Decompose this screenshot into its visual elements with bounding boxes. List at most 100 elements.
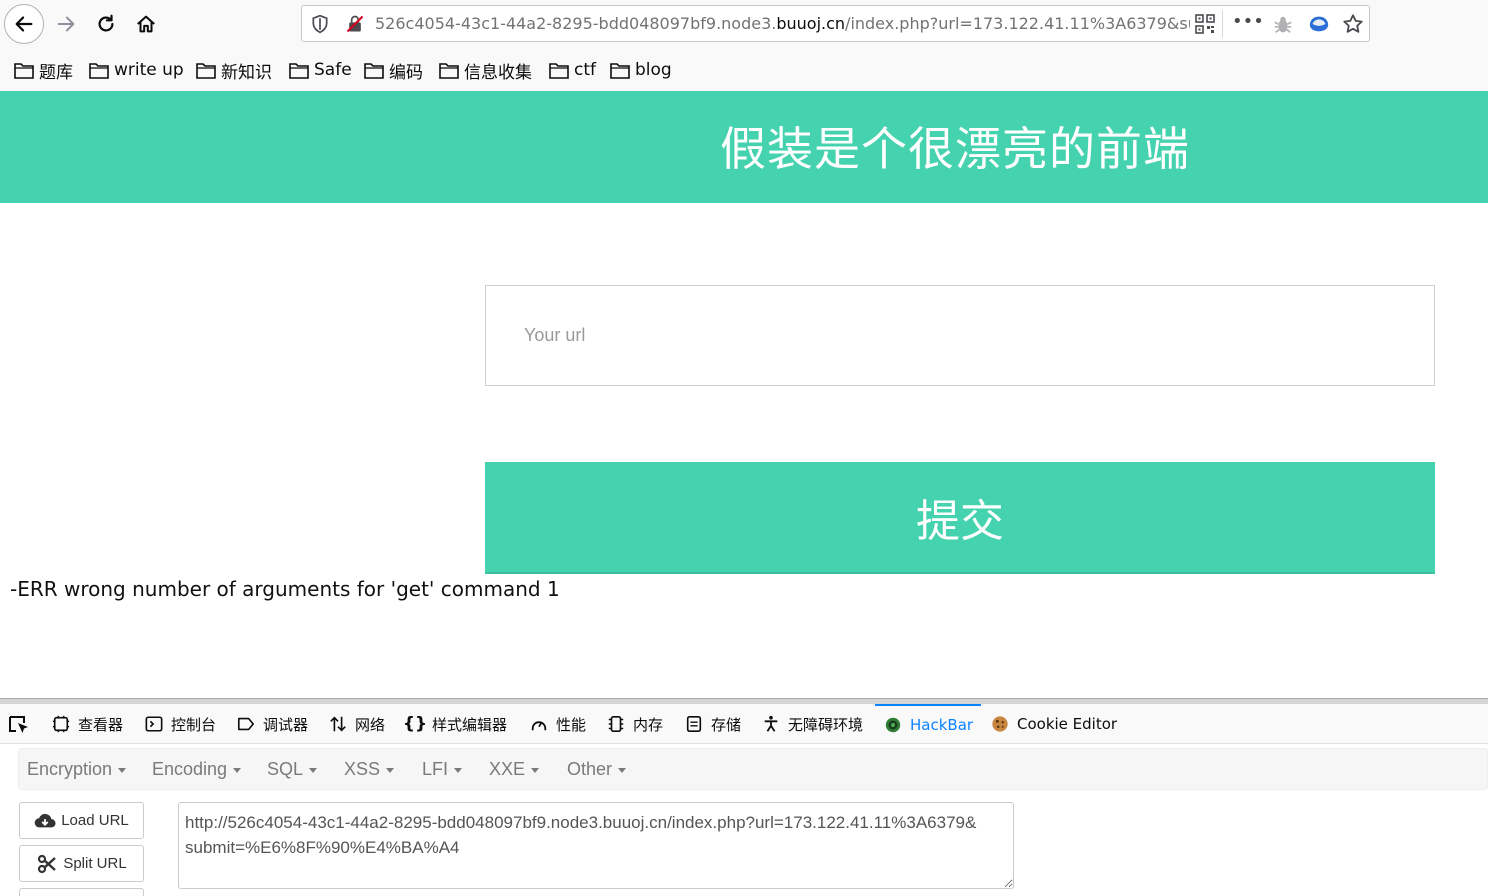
bookmark-folder[interactable]: 题库 [14, 58, 73, 83]
tab-memory[interactable]: 内存 [606, 704, 663, 744]
menu-label: Encryption [27, 759, 113, 779]
split-url-label: Split URL [63, 855, 127, 872]
menu-label: LFI [422, 759, 449, 779]
bookmark-folder[interactable]: blog [610, 58, 672, 82]
menu-encryption[interactable]: Encryption [27, 759, 127, 780]
tab-label: 存储 [711, 715, 742, 734]
menu-sql[interactable]: SQL [267, 759, 318, 780]
shield-icon[interactable] [310, 14, 330, 34]
menu-xxe[interactable]: XXE [489, 759, 540, 780]
home-button[interactable] [126, 4, 166, 44]
reload-button[interactable] [86, 4, 126, 44]
bookmark-label: 新知识 [221, 62, 272, 83]
tab-style-editor[interactable]: {} 样式编辑器 [402, 704, 508, 744]
bookmark-label: blog [635, 60, 672, 80]
tab-console[interactable]: 控制台 [144, 704, 216, 744]
style-editor-icon: {} [402, 714, 428, 734]
folder-icon [89, 63, 109, 79]
bookmark-label: 编码 [389, 62, 423, 83]
url-input[interactable] [485, 285, 1435, 386]
menu-lfi[interactable]: LFI [422, 759, 463, 780]
caret-down-icon [618, 767, 627, 773]
tab-label: 无障碍环境 [788, 715, 864, 734]
arrow-right-icon [57, 16, 75, 32]
tab-network[interactable]: 网络 [328, 704, 385, 744]
bookmarks-toolbar: 题库 write up 新知识 Safe 编码 信息收集 ctf blog [0, 48, 1488, 91]
storage-icon [684, 714, 704, 734]
folder-icon [549, 63, 569, 79]
bug-icon[interactable] [1272, 14, 1294, 36]
split-url-button[interactable]: Split URL [19, 845, 144, 882]
tab-inspector[interactable]: 查看器 [51, 704, 123, 744]
caret-down-icon [233, 767, 242, 773]
inspector-icon [51, 714, 71, 734]
browser-toolbar: 526c4054-43c1-44a2-8295-bdd048097bf9.nod… [0, 0, 1488, 48]
bookmark-label: Safe [314, 60, 352, 80]
folder-icon [289, 63, 309, 79]
tab-label: 查看器 [78, 715, 124, 734]
performance-icon [529, 714, 549, 734]
caret-down-icon [118, 767, 127, 773]
tab-accessibility[interactable]: 无障碍环境 [761, 704, 863, 744]
folder-icon [196, 63, 216, 79]
forward-button[interactable] [46, 4, 86, 44]
tab-label: 内存 [633, 715, 664, 734]
bookmark-folder[interactable]: 新知识 [196, 58, 272, 83]
tab-label: 控制台 [171, 715, 217, 734]
caret-down-icon [454, 767, 463, 773]
container-extension-icon[interactable] [1307, 13, 1331, 35]
bookmark-label: 题库 [39, 62, 73, 83]
back-button[interactable] [4, 4, 44, 44]
cloud-download-icon [34, 813, 56, 827]
bookmark-folder[interactable]: 编码 [364, 58, 423, 83]
execute-button[interactable] [19, 888, 144, 896]
network-icon [328, 714, 348, 734]
menu-xss[interactable]: XSS [344, 759, 395, 780]
cookie-icon [990, 714, 1010, 734]
tab-label: 样式编辑器 [432, 715, 508, 734]
tab-label: HackBar [910, 716, 974, 734]
bookmark-folder[interactable]: write up [89, 58, 184, 82]
address-bar[interactable]: 526c4054-43c1-44a2-8295-bdd048097bf9.nod… [301, 5, 1370, 42]
home-icon [137, 15, 155, 33]
error-message: -ERR wrong number of arguments for 'get'… [10, 577, 560, 601]
tab-debugger[interactable]: 调试器 [236, 704, 308, 744]
tab-performance[interactable]: 性能 [529, 704, 586, 744]
folder-icon [364, 63, 384, 79]
element-picker-icon[interactable] [8, 715, 30, 735]
caret-down-icon [531, 767, 540, 773]
devtools-tabbar: 查看器 控制台 调试器 网络 {} 样式编辑器 性能 内存 存储 无障碍环境 Ha… [0, 704, 1488, 744]
hackbar-icon [883, 715, 903, 735]
url-text[interactable]: 526c4054-43c1-44a2-8295-bdd048097bf9.nod… [375, 13, 1190, 35]
load-url-label: Load URL [61, 812, 129, 829]
menu-encoding[interactable]: Encoding [152, 759, 242, 780]
hackbar-panel: Encryption Encoding SQL XSS LFI XXE Othe… [0, 744, 1488, 896]
url-suffix: /index.php?url=173.122.41.11%3A6379&su [845, 14, 1190, 33]
accessibility-icon [761, 714, 781, 734]
tab-label: 调试器 [263, 715, 309, 734]
tab-storage[interactable]: 存储 [684, 704, 741, 744]
tab-label: 性能 [556, 715, 587, 734]
tab-hackbar[interactable]: HackBar [875, 704, 982, 744]
folder-icon [439, 63, 459, 79]
caret-down-icon [309, 767, 318, 773]
hackbar-url-textarea[interactable]: http://526c4054-43c1-44a2-8295-bdd048097… [178, 802, 1014, 889]
memory-icon [606, 714, 626, 734]
folder-icon [14, 63, 34, 79]
load-url-button[interactable]: Load URL [19, 802, 144, 839]
page-title: 假装是个很漂亮的前端 [720, 122, 1190, 176]
caret-down-icon [386, 767, 395, 773]
bookmark-star-icon[interactable] [1342, 13, 1364, 35]
submit-button[interactable]: 提交 [485, 462, 1435, 574]
reload-icon [98, 14, 114, 32]
url-domain: buuoj.cn [776, 14, 846, 33]
qr-code-icon[interactable] [1195, 14, 1215, 34]
insecure-lock-icon[interactable] [345, 14, 365, 34]
tab-cookie-editor[interactable]: Cookie Editor [990, 704, 1117, 744]
bookmark-folder[interactable]: ctf [549, 58, 596, 82]
url-separator [1222, 10, 1223, 38]
bookmark-folder[interactable]: Safe [289, 58, 352, 82]
menu-other[interactable]: Other [567, 759, 627, 780]
bookmark-folder[interactable]: 信息收集 [439, 58, 532, 83]
page-actions-button[interactable]: ••• [1232, 12, 1264, 36]
